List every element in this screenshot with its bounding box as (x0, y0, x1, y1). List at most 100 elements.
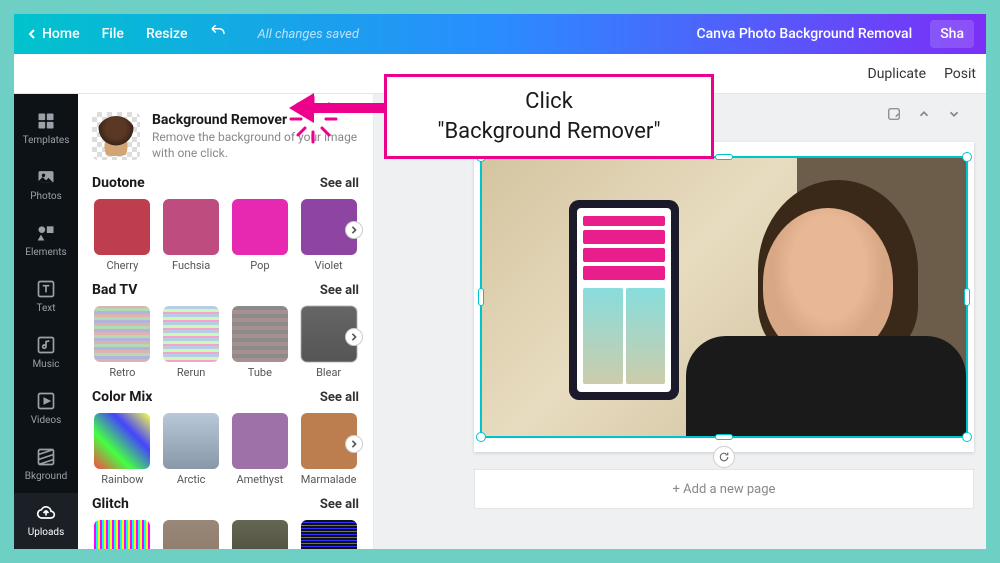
rail-photos[interactable]: Photos (14, 156, 78, 212)
resize-handle-b[interactable] (715, 434, 733, 440)
videos-icon (36, 391, 56, 411)
share-button[interactable]: Sha (930, 20, 974, 48)
effect-label: Fuchsia (172, 259, 210, 272)
effect-label: Blear (316, 366, 341, 379)
effect-thumb (232, 199, 288, 255)
effect-item-retro[interactable]: Retro (92, 306, 153, 379)
duplicate-button[interactable]: Duplicate (868, 66, 927, 82)
see-all-button[interactable]: See all (320, 283, 359, 298)
effect-item-arctic[interactable]: Arctic (161, 413, 222, 486)
rail-templates[interactable]: Templates (14, 100, 78, 156)
left-rail: Templates Photos Elements Text Music Vid… (14, 94, 78, 549)
resize-handle-t[interactable] (715, 154, 733, 160)
chevron-left-icon (26, 28, 38, 40)
effect-row: Cherry Fuchsia Pop Violet (92, 199, 359, 272)
rail-elements[interactable]: Elements (14, 212, 78, 268)
row-next-button[interactable] (345, 221, 363, 239)
effect-label: Rerun (177, 366, 205, 379)
document-title[interactable]: Canva Photo Background Removal (696, 26, 912, 42)
see-all-button[interactable]: See all (320, 390, 359, 405)
text-icon (36, 279, 56, 299)
effect-header: Bad TV See all (92, 282, 359, 298)
effect-thumb (301, 520, 357, 549)
effect-item-cherry[interactable]: Cherry (92, 199, 153, 272)
effect-item[interactable] (92, 520, 153, 549)
background-icon (36, 447, 56, 467)
add-page-button[interactable]: + Add a new page (474, 469, 974, 509)
effect-section-badtv: Bad TV See all Retro Rerun Tube Blear (92, 282, 359, 379)
topbar: Home File Resize All changes saved Canva… (14, 14, 986, 54)
effect-section-title: Color Mix (92, 389, 152, 405)
effect-section-title: Glitch (92, 496, 129, 512)
design-page[interactable] (474, 142, 974, 452)
effect-thumb (163, 520, 219, 549)
bg-remover-thumbnail (92, 112, 140, 160)
rail-text[interactable]: Text (14, 268, 78, 324)
resize-menu[interactable]: Resize (146, 26, 188, 42)
callout-box: Click "Background Remover" (384, 74, 714, 159)
resize-handle-bl[interactable] (476, 432, 486, 442)
rail-music[interactable]: Music (14, 325, 78, 381)
rail-uploads[interactable]: Uploads (14, 493, 78, 549)
rail-videos[interactable]: Videos (14, 381, 78, 437)
chevron-right-icon (350, 333, 358, 341)
effect-item-amethyst[interactable]: Amethyst (230, 413, 291, 486)
effect-item-rerun[interactable]: Rerun (161, 306, 222, 379)
effect-thumb (94, 413, 150, 469)
page-up-button[interactable] (914, 104, 934, 124)
arrow-annotation (289, 88, 399, 142)
effect-label: Cherry (106, 259, 138, 272)
effect-item[interactable] (298, 520, 359, 549)
uploads-icon (36, 503, 56, 523)
effect-section-glitch: Glitch See all (92, 496, 359, 549)
effect-item-tube[interactable]: Tube (230, 306, 291, 379)
main-area: Templates Photos Elements Text Music Vid… (14, 94, 986, 549)
rail-background[interactable]: Bkground (14, 437, 78, 493)
callout-line2: "Background Remover" (437, 119, 660, 144)
rail-label: Videos (31, 415, 62, 426)
templates-icon (36, 111, 56, 131)
effect-row: Rainbow Arctic Amethyst Marmalade (92, 413, 359, 486)
resize-handle-r[interactable] (964, 288, 970, 306)
callout-text: Click "Background Remover" (405, 87, 693, 146)
position-button[interactable]: Posit (944, 66, 976, 82)
notes-button[interactable] (884, 104, 904, 124)
effect-row: Retro Rerun Tube Blear (92, 306, 359, 379)
effect-thumb (94, 199, 150, 255)
chevron-down-icon (947, 107, 961, 121)
selected-image[interactable] (480, 156, 968, 438)
canvas-area[interactable]: + Add a new page (374, 94, 986, 549)
rotate-handle[interactable] (713, 446, 735, 468)
effect-header: Duotone See all (92, 175, 359, 191)
page-down-button[interactable] (944, 104, 964, 124)
effect-label: Tube (248, 366, 272, 379)
effects-panel: Background Remover Remove the background… (78, 94, 374, 549)
rail-label: Uploads (28, 527, 64, 538)
resize-handle-tr[interactable] (962, 152, 972, 162)
photo-content (482, 158, 966, 436)
row-next-button[interactable] (345, 328, 363, 346)
resize-handle-l[interactable] (478, 288, 484, 306)
effect-item-rainbow[interactable]: Rainbow (92, 413, 153, 486)
effect-item[interactable] (161, 520, 222, 549)
effect-thumb (232, 306, 288, 362)
effect-item[interactable] (230, 520, 291, 549)
effect-item-fuchsia[interactable]: Fuchsia (161, 199, 222, 272)
effect-row (92, 520, 359, 549)
row-next-button[interactable] (345, 435, 363, 453)
effect-item-pop[interactable]: Pop (230, 199, 291, 272)
photos-icon (36, 167, 56, 187)
resize-handle-br[interactable] (962, 432, 972, 442)
effect-section-title: Bad TV (92, 282, 137, 298)
file-menu[interactable]: File (102, 26, 124, 42)
chevron-up-icon (917, 107, 931, 121)
effect-thumb (94, 520, 150, 549)
effect-section-title: Duotone (92, 175, 145, 191)
rail-label: Music (32, 359, 59, 370)
effect-label: Marmalade (301, 473, 357, 486)
effect-thumb (232, 413, 288, 469)
see-all-button[interactable]: See all (320, 497, 359, 512)
undo-button[interactable] (209, 25, 227, 43)
see-all-button[interactable]: See all (320, 176, 359, 191)
home-button[interactable]: Home (26, 26, 80, 42)
